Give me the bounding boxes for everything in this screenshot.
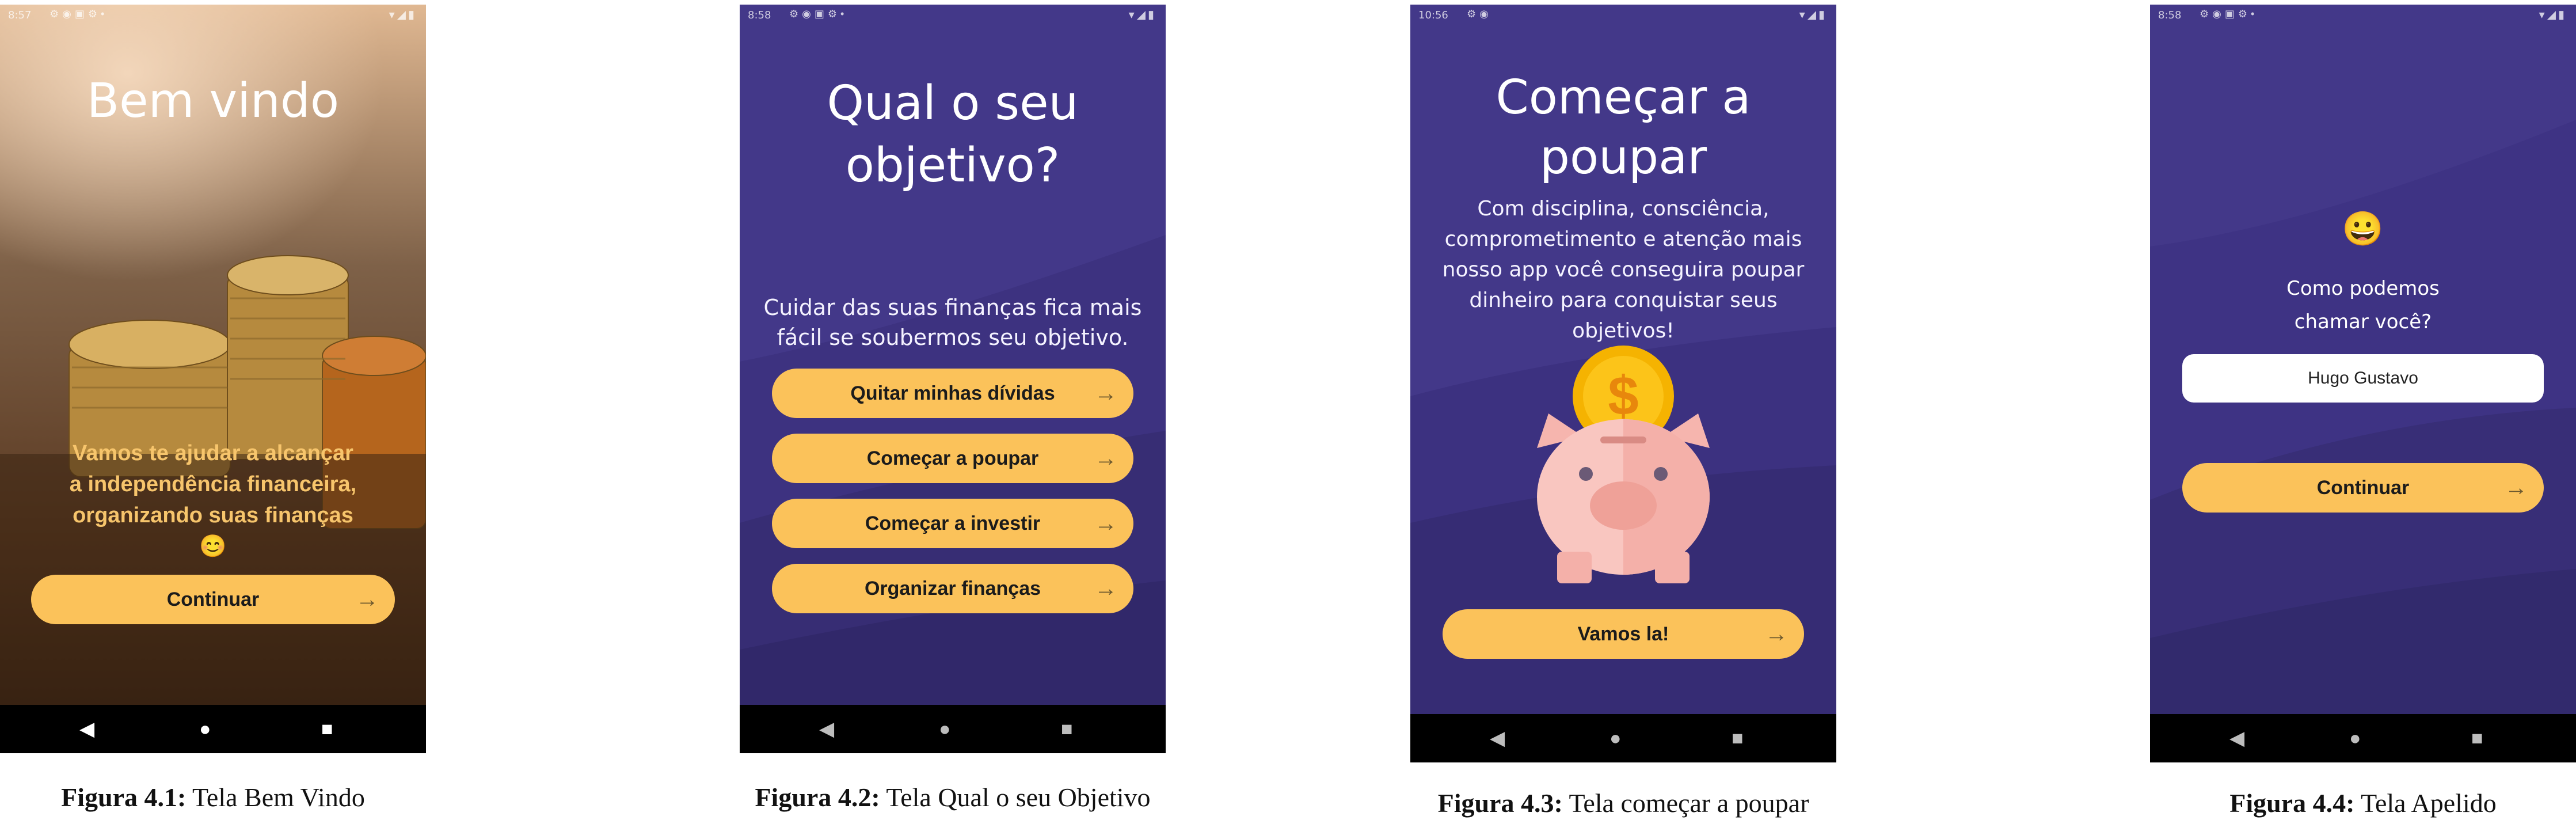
option-label: Começar a poupar [866, 447, 1039, 469]
screen-title: Bem vindo [86, 74, 340, 128]
nickname-question: Como podemos chamar você? [2150, 272, 2576, 339]
option-button-comecar-investir[interactable]: Começar a investir → [772, 499, 1133, 548]
android-nav-bar: ◀ ● ■ [740, 705, 1166, 753]
arrow-right-icon: → [1094, 576, 1117, 601]
vamos-la-button[interactable]: Vamos la! → [1443, 609, 1804, 659]
back-icon[interactable]: ◀ [2229, 727, 2244, 750]
signal-battery-icon: ▾◢▮ [2539, 9, 2567, 21]
caption-text: Tela Qual o seu Objetivo [886, 783, 1151, 812]
recent-apps-icon[interactable]: ■ [1061, 718, 1073, 741]
arrow-right-icon: → [1094, 446, 1117, 471]
title-line: poupar [1539, 130, 1707, 185]
figure-caption: Figura 4.4: Tela Apelido [2150, 788, 2576, 818]
screen-description: Com disciplina, consciência, comprometim… [1410, 193, 1836, 346]
caption-text: Tela Apelido [2361, 788, 2497, 818]
screen-title: Qual o seu objetivo? [740, 73, 1166, 197]
android-nav-bar: ◀ ● ■ [1410, 714, 1836, 762]
figure-caption: Figura 4.1: Tela Bem Vindo [0, 782, 426, 813]
message-line: Vamos te ajudar a alcançar [73, 441, 353, 465]
option-label: Organizar finanças [864, 578, 1041, 599]
arrow-right-icon: → [1765, 621, 1788, 647]
status-bar: 8:57 ⚙◉▣⚙• ▾◢▮ [0, 5, 426, 25]
description-line: dinheiro para conquistar seus [1469, 289, 1778, 312]
recent-apps-icon[interactable]: ■ [2471, 727, 2483, 750]
signal-battery-icon: ▾◢▮ [1799, 9, 1827, 21]
option-button-organizar-financas[interactable]: Organizar finanças → [772, 564, 1133, 613]
title-line: Começar a [1496, 70, 1751, 125]
status-bar: 8:58 ⚙◉▣⚙• ▾◢▮ [740, 5, 1166, 25]
option-label: Quitar minhas dívidas [850, 382, 1055, 404]
home-icon[interactable]: ● [939, 718, 951, 741]
screen-title: Começar a poupar [1410, 68, 1836, 188]
option-label: Começar a investir [865, 513, 1041, 534]
home-icon[interactable]: ● [1609, 727, 1622, 750]
continue-button[interactable]: Continuar → [31, 575, 395, 624]
home-icon[interactable]: ● [2349, 727, 2361, 750]
back-icon[interactable]: ◀ [819, 718, 834, 741]
arrow-right-icon: → [1094, 381, 1117, 406]
phone-screen-objetivo: 8:58 ⚙◉▣⚙• ▾◢▮ Qual o seu objetivo? Cuid… [740, 5, 1166, 753]
phone-screen-comecar-poupar: 10:56 ⚙◉ ▾◢▮ Começar a poupar Com discip… [1410, 5, 1836, 762]
phone-screen-bem-vindo: 8:57 ⚙◉▣⚙• ▾◢▮ Bem vindo Vamos te ajudar… [0, 5, 426, 753]
continue-button[interactable]: Continuar → [2182, 463, 2544, 513]
smile-emoji-icon: 😊 [199, 534, 227, 559]
figure-caption: Figura 4.3: Tela começar a poupar [1405, 788, 1842, 818]
back-icon[interactable]: ◀ [79, 718, 94, 741]
status-bar: 10:56 ⚙◉ ▾◢▮ [1410, 5, 1836, 25]
question-line: Como podemos [2286, 277, 2440, 300]
message-line: organizando suas finanças [73, 503, 353, 527]
status-bar: 8:58 ⚙◉▣⚙• ▾◢▮ [2150, 5, 2576, 25]
arrow-right-icon: → [1094, 511, 1117, 536]
recent-apps-icon[interactable]: ■ [321, 718, 333, 741]
caption-label: Figura 4.3: [1437, 788, 1563, 818]
nickname-input[interactable]: Hugo Gustavo [2182, 354, 2544, 403]
title-line: Qual o seu [827, 76, 1079, 131]
status-time: 8:57 [8, 9, 32, 21]
caption-label: Figura 4.2: [755, 783, 880, 812]
screen-subtitle: Cuidar das suas finanças fica mais fácil… [740, 293, 1166, 352]
welcome-message: Vamos te ajudar a alcançar a independênc… [0, 438, 426, 562]
dollar-coin-icon: $ [1608, 365, 1639, 427]
status-time: 10:56 [1418, 9, 1448, 21]
caption-label: Figura 4.4: [2229, 788, 2355, 818]
vamos-la-button-label: Vamos la! [1577, 623, 1669, 645]
continue-button-label: Continuar [166, 589, 260, 610]
signal-battery-icon: ▾◢▮ [389, 9, 417, 21]
recent-apps-icon[interactable]: ■ [1732, 727, 1744, 750]
android-nav-bar: ◀ ● ■ [0, 705, 426, 753]
back-icon[interactable]: ◀ [1490, 727, 1505, 750]
title-line: objetivo? [845, 138, 1060, 193]
arrow-right-icon: → [356, 587, 379, 612]
home-icon[interactable]: ● [199, 718, 211, 741]
android-nav-bar: ◀ ● ■ [2150, 714, 2576, 762]
notification-icons: ⚙◉ [1467, 8, 1492, 20]
caption-label: Figura 4.1: [61, 783, 187, 812]
signal-battery-icon: ▾◢▮ [1128, 9, 1156, 21]
status-time: 8:58 [2158, 9, 2182, 21]
option-button-quitar-dividas[interactable]: Quitar minhas dívidas → [772, 369, 1133, 418]
caption-text: Tela começar a poupar [1569, 788, 1809, 818]
subtitle-line: fácil se soubermos seu objetivo. [777, 325, 1129, 350]
description-line: comprometimento e atenção mais [1444, 227, 1802, 251]
description-line: objetivos! [1572, 319, 1675, 343]
description-line: Com disciplina, consciência, [1477, 197, 1770, 221]
continue-button-label: Continuar [2316, 477, 2410, 499]
question-line: chamar você? [2294, 310, 2432, 333]
description-line: nosso app você conseguira poupar [1442, 258, 1805, 282]
caption-text: Tela Bem Vindo [192, 783, 365, 812]
subtitle-line: Cuidar das suas finanças fica mais [763, 295, 1142, 320]
notification-icons: ⚙◉▣⚙• [789, 8, 848, 20]
message-line: a independência financeira, [69, 472, 357, 496]
status-time: 8:58 [748, 9, 771, 21]
figure-caption: Figura 4.2: Tela Qual o seu Objetivo [731, 782, 1174, 813]
phone-screen-apelido: 8:58 ⚙◉▣⚙• ▾◢▮ 😀 Como podemos chamar voc… [2150, 5, 2576, 762]
grinning-emoji-icon: 😀 [2342, 210, 2384, 248]
arrow-right-icon: → [2505, 475, 2528, 500]
notification-icons: ⚙◉▣⚙• [50, 8, 108, 20]
option-button-comecar-poupar[interactable]: Começar a poupar → [772, 434, 1133, 483]
nickname-input-value: Hugo Gustavo [2308, 369, 2418, 388]
notification-icons: ⚙◉▣⚙• [2200, 8, 2258, 20]
